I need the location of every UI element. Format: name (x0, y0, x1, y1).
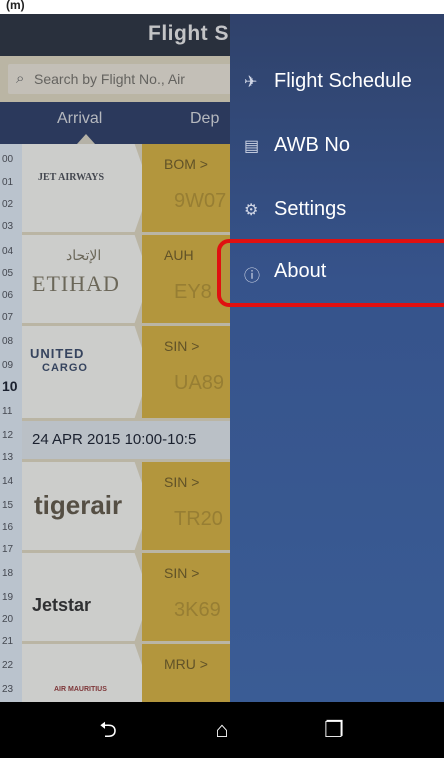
recents-button[interactable]: ❐ (294, 702, 374, 758)
menu-item-label: AWB No (274, 134, 350, 156)
highlight-box (217, 239, 444, 307)
home-button[interactable]: ⌂ (182, 702, 262, 758)
drawer-scrim[interactable] (0, 14, 230, 702)
menu-item-label: Settings (274, 198, 347, 220)
menu-item-label: Flight Schedule (274, 70, 412, 92)
gear-icon: ⚙ (244, 202, 259, 219)
caption: (m) (0, 0, 444, 14)
menu-item-settings[interactable]: ⚙ Settings (230, 188, 444, 236)
app-screen: (m) Flight S ⌕ Search by Flight No., Air… (0, 0, 444, 702)
menu-item-flight-schedule[interactable]: ✈ Flight Schedule (230, 60, 444, 108)
back-button[interactable]: ⮌ (68, 702, 148, 758)
system-nav-bar: ⮌ ⌂ ❐ (0, 702, 444, 758)
menu-item-awb-no[interactable]: ▤ AWB No (230, 124, 444, 172)
document-icon: ▤ (244, 138, 260, 155)
plane-icon: ✈ (244, 74, 258, 91)
navigation-drawer: ✈ Flight Schedule ▤ AWB No ⚙ Settings ⓘ … (230, 0, 444, 702)
